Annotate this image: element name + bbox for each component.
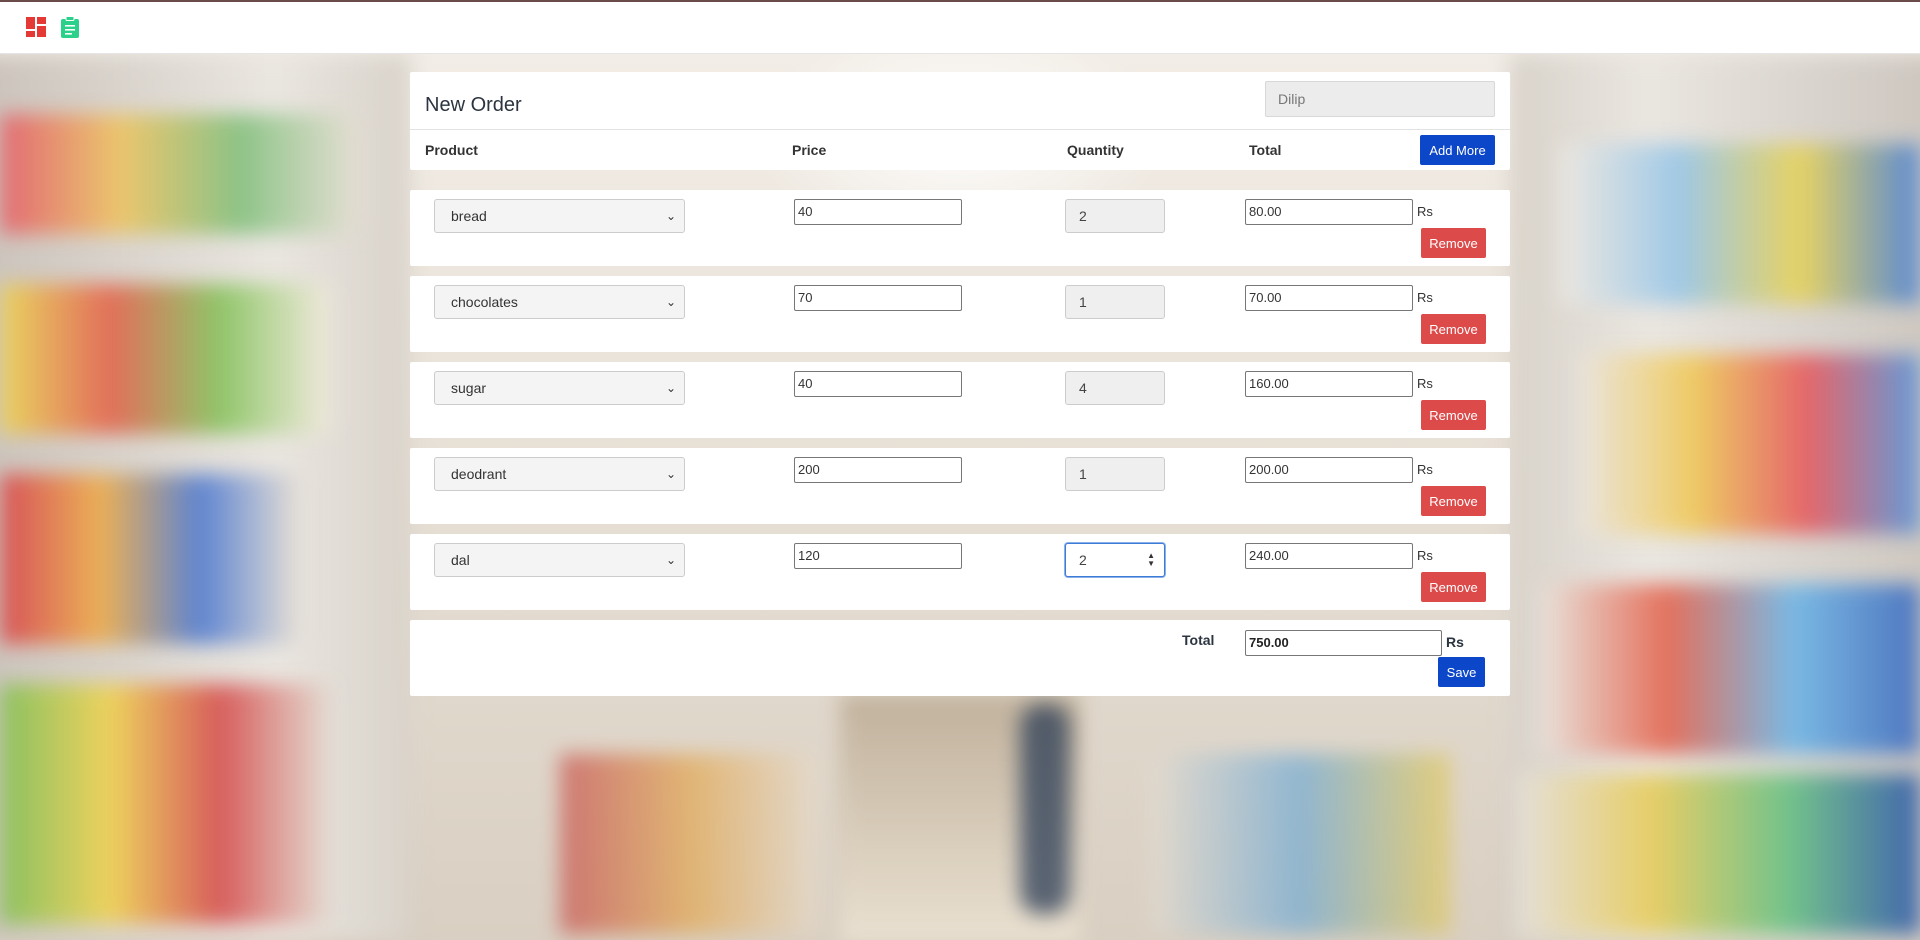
chevron-down-icon: ⌄ — [665, 553, 676, 567]
order-item-row: sugar ⌄ 40 4 160.00 Rs Remove — [410, 362, 1510, 438]
quantity-input[interactable]: 2 — [1065, 199, 1165, 233]
clipboard-icon[interactable] — [59, 16, 81, 38]
price-input[interactable]: 200 — [794, 457, 962, 483]
line-total-field: 80.00 — [1245, 199, 1413, 225]
chevron-down-icon: ⌄ — [665, 295, 676, 309]
chevron-down-icon: ⌄ — [665, 381, 676, 395]
price-input[interactable]: 40 — [794, 199, 962, 225]
add-more-button[interactable]: Add More — [1420, 135, 1495, 165]
product-select[interactable]: chocolates ⌄ — [434, 285, 685, 319]
chevron-down-icon: ⌄ — [665, 209, 676, 223]
currency-label: Rs — [1417, 548, 1433, 563]
header-divider — [410, 129, 1510, 130]
top-nav-bar — [0, 0, 1920, 54]
line-total-field: 160.00 — [1245, 371, 1413, 397]
line-total-field: 70.00 — [1245, 285, 1413, 311]
grand-total-label: Total — [1182, 632, 1215, 648]
product-select[interactable]: dal ⌄ — [434, 543, 685, 577]
chevron-down-icon: ⌄ — [665, 467, 676, 481]
save-button[interactable]: Save — [1438, 657, 1485, 687]
quantity-input[interactable]: 1 — [1065, 457, 1165, 491]
product-select[interactable]: bread ⌄ — [434, 199, 685, 233]
product-select[interactable]: sugar ⌄ — [434, 371, 685, 405]
line-total-field: 200.00 — [1245, 457, 1413, 483]
dashboard-icon[interactable] — [25, 16, 47, 38]
order-item-row: dal ⌄ 120 2 ▲ ▼ 240.00 Rs Remove — [410, 534, 1510, 610]
product-select[interactable]: deodrant ⌄ — [434, 457, 685, 491]
line-total-field: 240.00 — [1245, 543, 1413, 569]
remove-button[interactable]: Remove — [1421, 400, 1486, 430]
currency-label: Rs — [1417, 204, 1433, 219]
order-item-row: deodrant ⌄ 200 1 200.00 Rs Remove — [410, 448, 1510, 524]
page-title: New Order — [425, 94, 522, 116]
currency-label: Rs — [1417, 290, 1433, 305]
remove-button[interactable]: Remove — [1421, 486, 1486, 516]
quantity-input[interactable]: 2 ▲ ▼ — [1065, 543, 1165, 577]
price-input[interactable]: 70 — [794, 285, 962, 311]
order-header-card: New Order Dilip Product Price Quantity T… — [410, 72, 1510, 170]
order-summary-card: Total 750.00 Rs Save — [410, 620, 1510, 696]
price-input[interactable]: 40 — [794, 371, 962, 397]
order-item-row: chocolates ⌄ 70 1 70.00 Rs Remove — [410, 276, 1510, 352]
column-header-price: Price — [792, 142, 827, 158]
column-header-product: Product — [425, 142, 478, 158]
remove-button[interactable]: Remove — [1421, 572, 1486, 602]
currency-label: Rs — [1446, 634, 1464, 650]
quantity-input[interactable]: 4 — [1065, 371, 1165, 405]
grand-total-field: 750.00 — [1245, 630, 1442, 656]
order-item-row: bread ⌄ 40 2 80.00 Rs Remove — [410, 190, 1510, 266]
remove-button[interactable]: Remove — [1421, 314, 1486, 344]
price-input[interactable]: 120 — [794, 543, 962, 569]
currency-label: Rs — [1417, 376, 1433, 391]
customer-name-field[interactable]: Dilip — [1265, 81, 1495, 117]
currency-label: Rs — [1417, 462, 1433, 477]
column-header-quantity: Quantity — [1067, 142, 1124, 158]
remove-button[interactable]: Remove — [1421, 228, 1486, 258]
quantity-input[interactable]: 1 — [1065, 285, 1165, 319]
column-header-total: Total — [1249, 142, 1282, 158]
spinner-arrows-icon[interactable]: ▲ ▼ — [1147, 552, 1155, 568]
